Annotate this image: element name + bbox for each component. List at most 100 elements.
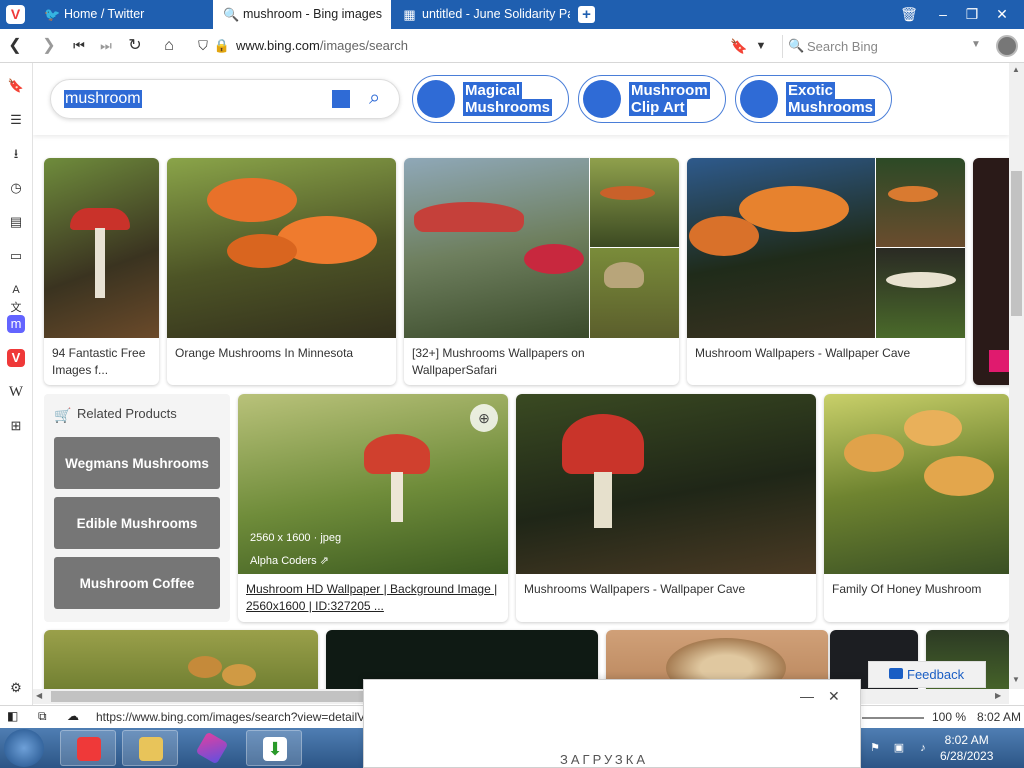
- feedback-button[interactable]: Feedback: [868, 661, 986, 688]
- tray-flag-icon[interactable]: ⚑: [868, 741, 882, 755]
- download-popup: — ✕ ЗАГРУЗКА: [363, 679, 861, 768]
- add-panel-icon[interactable]: ⊞: [7, 417, 25, 435]
- scroll-thumb[interactable]: [1011, 171, 1022, 316]
- tray-network-icon[interactable]: ▣: [892, 741, 906, 755]
- tiling-icon[interactable]: ⧉: [38, 709, 47, 724]
- image-icon: ▦: [403, 7, 416, 22]
- taskbar-vivaldi[interactable]: [60, 730, 116, 766]
- external-link-icon: ⇗: [319, 555, 329, 567]
- minimize-button[interactable]: —: [800, 688, 814, 704]
- search-icon: 🔍: [788, 38, 805, 53]
- mushroom-thumbnail: [404, 158, 589, 338]
- image-result[interactable]: Family Of Honey Mushroom: [824, 394, 1009, 622]
- mushroom-thumbnail: [590, 248, 679, 338]
- vivaldi-menu-button[interactable]: V: [6, 5, 25, 24]
- vivaldi-icon[interactable]: V: [7, 349, 25, 367]
- search-header: mushroom ⌕ Magical Mushrooms Mushroom Clip…: [33, 63, 1009, 135]
- address-bar: ❮ ❯ ⏮ ⏭ ↻ ⌂ ⛉ 🔒 www.bing.com/images/sear…: [0, 29, 1024, 63]
- pill-thumbnail: [583, 80, 621, 118]
- downloads-icon[interactable]: ⭳: [7, 145, 25, 163]
- vertical-scrollbar[interactable]: ▲ ▼: [1009, 63, 1024, 689]
- related-product-edible-mushrooms[interactable]: Edible Mushrooms: [54, 497, 220, 549]
- tab-bing-images[interactable]: 🔍 mushroom - Bing images: [213, 0, 391, 29]
- taskbar-clock[interactable]: 8:02 AM 6/28/2023: [940, 732, 993, 764]
- tray-volume-icon[interactable]: ♪: [916, 741, 930, 755]
- search-input[interactable]: mushroom ⌕: [50, 79, 400, 119]
- translate-icon[interactable]: A文: [7, 281, 25, 314]
- related-pill-magical-mushrooms[interactable]: Magical Mushrooms: [412, 75, 569, 123]
- scroll-left-icon[interactable]: ◀: [36, 691, 42, 700]
- trash-icon[interactable]: 🗑: [892, 0, 926, 29]
- notes-icon[interactable]: ▤: [7, 213, 25, 231]
- tab-twitter[interactable]: 🐦 Home / Twitter: [34, 0, 212, 29]
- close-icon[interactable]: ✕: [828, 688, 840, 705]
- image-result[interactable]: ⊕ 2560 x 1600 · jpeg Alpha Coders ⇗ Mush…: [238, 394, 508, 622]
- visual-search-icon[interactable]: [332, 90, 350, 108]
- wikipedia-icon[interactable]: W: [7, 383, 25, 401]
- mushroom-thumbnail: [516, 394, 816, 574]
- image-result[interactable]: 94 Fantastic Free Images f...: [44, 158, 159, 385]
- mushroom-thumbnail: [876, 248, 965, 338]
- close-window-button[interactable]: ✕: [985, 0, 1019, 29]
- forward-icon[interactable]: ❯: [38, 35, 60, 57]
- back-icon[interactable]: ❮: [4, 35, 26, 57]
- related-pill-exotic-mushrooms[interactable]: Exotic Mushrooms: [735, 75, 892, 123]
- scroll-right-icon[interactable]: ▶: [995, 691, 1001, 700]
- source-link[interactable]: Alpha Coders ⇗: [250, 554, 329, 567]
- download-arrow-icon: ⬇: [263, 737, 287, 761]
- maximize-button[interactable]: ❐: [955, 0, 989, 29]
- related-product-wegmans-mushrooms[interactable]: Wegmans Mushrooms: [54, 437, 220, 489]
- panel-toggle-icon[interactable]: ◧: [7, 709, 18, 723]
- mushroom-thumbnail: [167, 158, 396, 338]
- related-products-panel: 🛒 Related Products Wegmans Mushrooms Edi…: [44, 394, 230, 622]
- chevron-down-icon[interactable]: ▼: [750, 35, 772, 57]
- side-panel: 🔖 ☰ ⭳ ◷ ▤ ▭ A文 m V W ⊞ ⚙: [0, 63, 33, 705]
- image-result[interactable]: [44, 630, 318, 689]
- bookmark-icon[interactable]: 🔖: [728, 35, 750, 57]
- cloud-icon[interactable]: ☁: [67, 709, 79, 723]
- related-product-mushroom-coffee[interactable]: Mushroom Coffee: [54, 557, 220, 609]
- windows-start-button[interactable]: [4, 729, 44, 767]
- profile-avatar[interactable]: [996, 35, 1018, 57]
- reload-icon[interactable]: ↻: [124, 35, 146, 57]
- image-result[interactable]: [32+] Mushrooms Wallpapers on WallpaperS…: [404, 158, 679, 385]
- window-panel-icon[interactable]: ▭: [7, 247, 25, 265]
- scroll-up-icon[interactable]: ▲: [1012, 65, 1020, 74]
- mushroom-thumbnail: [824, 394, 1009, 574]
- partial-thumbnail: [989, 350, 1009, 372]
- url-field[interactable]: www.bing.com/images/search: [236, 38, 408, 53]
- new-tab-button[interactable]: +: [578, 6, 595, 23]
- cart-icon: 🛒: [54, 407, 72, 423]
- image-result[interactable]: Mushrooms Wallpapers - Wallpaper Cave: [516, 394, 816, 622]
- rewind-icon[interactable]: ⏮: [68, 35, 90, 57]
- mushroom-thumbnail: [590, 158, 679, 247]
- taskbar-explorer[interactable]: [122, 730, 178, 766]
- fast-forward-icon[interactable]: ⏭: [95, 35, 117, 57]
- folder-icon: [139, 737, 163, 761]
- twitter-icon: 🐦: [44, 7, 61, 22]
- bing-images-page: mushroom ⌕ Magical Mushrooms Mushroom Clip…: [33, 63, 1009, 689]
- zoom-slider[interactable]: [862, 717, 924, 719]
- lock-icon: 🔒: [213, 38, 231, 53]
- search-bing-field[interactable]: 🔍 Search Bing ▼: [782, 35, 988, 58]
- taskbar-app[interactable]: [184, 730, 240, 766]
- feedback-icon: [889, 668, 903, 679]
- bookmarks-icon[interactable]: 🔖: [7, 77, 25, 95]
- app-icon: [195, 731, 229, 765]
- reading-list-icon[interactable]: ☰: [7, 111, 25, 129]
- settings-gear-icon[interactable]: ⚙: [7, 679, 25, 697]
- image-result[interactable]: Mushroom Wallpapers - Wallpaper Cave: [687, 158, 965, 385]
- pill-thumbnail: [417, 80, 455, 118]
- save-collection-icon[interactable]: ⊕: [470, 404, 498, 432]
- taskbar-downloader[interactable]: ⬇: [246, 730, 302, 766]
- tab-untitled[interactable]: ▦ untitled - June Solidarity Pa: [392, 0, 570, 29]
- search-icon[interactable]: ⌕: [369, 87, 380, 110]
- image-result[interactable]: Orange Mushrooms In Minnesota: [167, 158, 396, 385]
- related-pill-mushroom-clip-art[interactable]: Mushroom Clip Art: [578, 75, 726, 123]
- home-icon[interactable]: ⌂: [158, 35, 180, 57]
- mastodon-icon[interactable]: m: [7, 315, 25, 333]
- chevron-down-icon[interactable]: ▼: [971, 39, 981, 50]
- scroll-down-icon[interactable]: ▼: [1012, 675, 1020, 684]
- history-icon[interactable]: ◷: [7, 179, 25, 197]
- image-result[interactable]: [973, 158, 1009, 385]
